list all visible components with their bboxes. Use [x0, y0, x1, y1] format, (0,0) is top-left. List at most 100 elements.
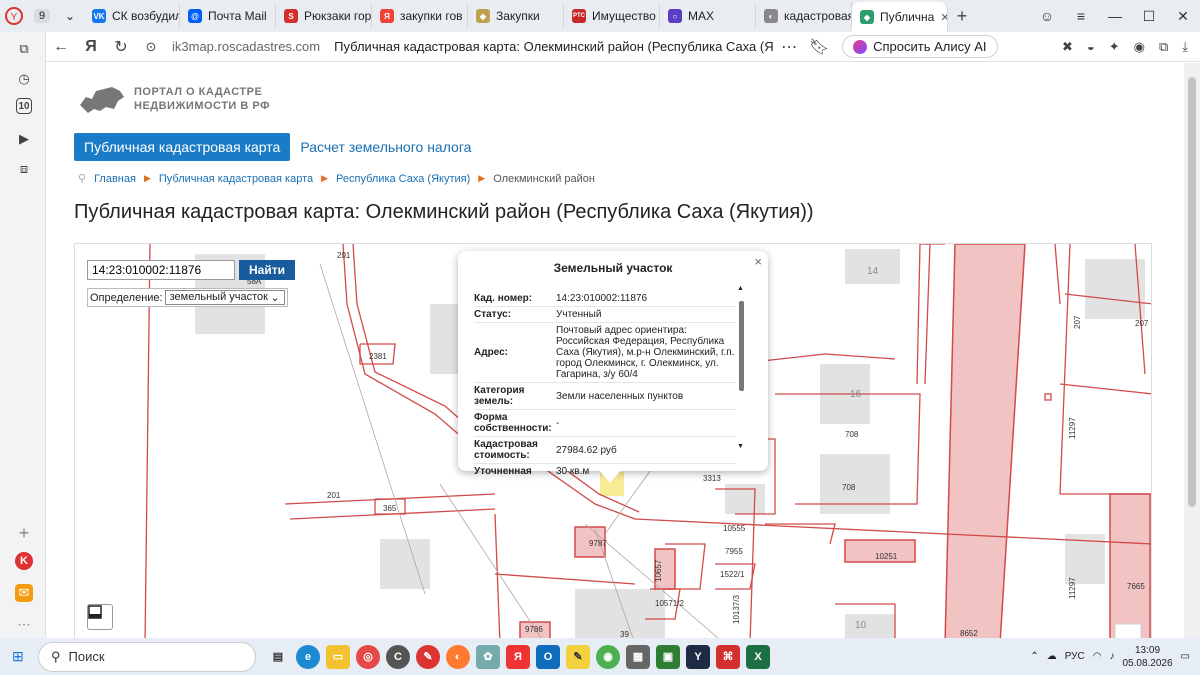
menu-item-public-map[interactable]: Публичная кадастровая карта	[74, 133, 291, 161]
info-key: Форма собственности:	[474, 409, 556, 437]
taskbar: ⊞ ⚲ Поиск ▤ e ▭ ◎ C ✎ ◐ ✿ Я O ✎ ◉ ▦ ▣ Y ⌘…	[0, 638, 1200, 675]
info-key: Адрес:	[474, 322, 556, 383]
add-panel-icon[interactable]: +	[13, 522, 35, 544]
mail-icon[interactable]: ✉	[15, 584, 33, 602]
outlook-icon[interactable]: O	[536, 644, 560, 669]
taskbar-search[interactable]: ⚲ Поиск	[38, 641, 256, 672]
back-icon[interactable]: ←	[46, 38, 76, 56]
map-parcel-label: 708	[845, 430, 859, 439]
chrome-icon[interactable]: ◉	[596, 644, 620, 669]
firefox-icon[interactable]: ◐	[446, 644, 470, 669]
close-window-icon[interactable]: ✕	[1166, 8, 1200, 25]
cadastral-map[interactable]: 201 58А 2381 201 365 9787 10657 10571/2 …	[74, 243, 1152, 638]
acrobat-icon[interactable]: ⌘	[716, 644, 740, 669]
popup-scroll-thumb[interactable]	[739, 301, 744, 391]
menu-item-land-tax[interactable]: Расчет земельного налога	[300, 133, 471, 161]
task-view-icon[interactable]: ▤	[266, 645, 290, 669]
page-scrollbar[interactable]	[1184, 63, 1200, 638]
site-info-icon[interactable]: ⊙	[136, 39, 166, 55]
collections-icon[interactable]: ⧉	[13, 38, 35, 60]
cadastral-number-input[interactable]	[87, 260, 235, 280]
layers-icon	[88, 605, 102, 619]
definition-row: Определение: земельный участок ⌄	[87, 288, 288, 307]
breadcrumb-public-map[interactable]: Публичная кадастровая карта	[159, 173, 313, 185]
ten-icon[interactable]: 10	[16, 98, 32, 114]
tab-3[interactable]: Язакупки гов	[372, 3, 468, 29]
calculator-icon[interactable]: ▦	[626, 644, 650, 669]
minimize-icon[interactable]: —	[1098, 8, 1132, 24]
reload-icon[interactable]: ↻	[106, 37, 136, 57]
extension-circle-icon[interactable]: ◉	[1134, 39, 1145, 55]
scroll-down-icon[interactable]: ▼	[737, 443, 744, 450]
windows-start-icon[interactable]: ⊞	[12, 648, 24, 665]
tab-label: Имущество	[592, 9, 656, 23]
chevron-down-icon[interactable]: ⌄	[56, 2, 84, 30]
extension-hat-icon[interactable]: ◒	[1087, 39, 1095, 55]
tab-7[interactable]: ◐ кадастровая	[756, 3, 852, 29]
volume-icon[interactable]: ♪	[1109, 651, 1114, 662]
map-parcel-label: 201	[337, 251, 351, 260]
network-icon[interactable]: ☁	[1047, 651, 1057, 662]
info-value: 27984.62 руб	[556, 436, 736, 464]
tab-5[interactable]: РТС Имущество	[564, 3, 660, 29]
map-parcel-label: 10137/3	[732, 595, 741, 624]
sidebar-more-icon[interactable]: ⋯	[13, 614, 35, 636]
page-title-in-addressbar[interactable]: Публичная кадастровая карта: Олекминский…	[334, 39, 774, 54]
page-scroll-thumb[interactable]	[1188, 77, 1196, 507]
close-icon[interactable]: ×	[754, 254, 762, 269]
kinopoisk-icon[interactable]: K	[15, 552, 33, 570]
menu-icon[interactable]: ≡	[1064, 8, 1098, 24]
map-parcel-label: 10555	[723, 524, 746, 533]
url-text[interactable]: ik3map.roscadastres.com	[172, 39, 320, 54]
tab-6[interactable]: ○ MAX	[660, 3, 756, 29]
maximize-icon[interactable]: ☐	[1132, 8, 1166, 25]
tab-4[interactable]: ◆ Закупки	[468, 3, 564, 29]
scroll-up-icon[interactable]: ▲	[737, 285, 744, 292]
excel-icon[interactable]: X	[746, 644, 770, 669]
explorer-icon[interactable]: ▭	[326, 644, 350, 669]
definition-label: Определение:	[90, 291, 163, 304]
search-button[interactable]: Найти	[239, 260, 295, 280]
app-icon[interactable]: C	[386, 644, 410, 669]
tab-8-active[interactable]: ◆ Публична ✕	[852, 2, 948, 32]
yandex-logo-icon[interactable]: Я	[76, 38, 106, 56]
play-icon[interactable]: ▶	[13, 128, 35, 150]
downloads-icon[interactable]: ⤓	[1182, 39, 1188, 55]
new-tab-button[interactable]: +	[948, 2, 976, 30]
popup-scrollbar[interactable]: ▲ ▼	[737, 285, 746, 451]
close-tab-icon[interactable]: ✕	[940, 11, 947, 24]
extension-k-icon[interactable]: ✖	[1062, 39, 1073, 55]
tab-1[interactable]: @ Почта Mail	[180, 3, 276, 29]
notifications-icon[interactable]: ▭	[1181, 651, 1190, 662]
app-icon[interactable]: ▣	[656, 644, 680, 669]
more-icon[interactable]: ⋯	[774, 37, 804, 57]
tab-count-button[interactable]: 9	[28, 2, 56, 30]
table-row: Статус: Учтенный	[474, 306, 736, 323]
extension-bird-icon[interactable]: ✦	[1109, 39, 1120, 55]
breadcrumb-home[interactable]: Главная	[94, 173, 136, 185]
edge-icon[interactable]: e	[296, 644, 320, 669]
breadcrumb-region[interactable]: Республика Саха (Якутия)	[336, 173, 470, 185]
yandex-y-icon[interactable]: Y	[686, 644, 710, 669]
app-icon[interactable]: ✿	[476, 644, 500, 669]
language-indicator[interactable]: РУС	[1065, 651, 1085, 662]
sticky-notes-icon[interactable]: ✎	[566, 644, 590, 669]
alice-button[interactable]: Спросить Алису AI	[842, 35, 998, 58]
extension-puzzle-icon[interactable]: ⧉	[1159, 39, 1168, 55]
bookmark-icon[interactable]: 🔖︎	[804, 37, 834, 57]
clock[interactable]: 13:09 05.08.2026	[1122, 644, 1172, 670]
app-icon[interactable]: ◎	[356, 644, 380, 669]
tab-2[interactable]: S Рюкзаки гор	[276, 3, 372, 29]
yandex-browser-icon[interactable]: Я	[506, 644, 530, 669]
screenshot-icon[interactable]: ⧈	[13, 158, 35, 180]
history-icon[interactable]: ◷	[13, 68, 35, 90]
wifi-icon[interactable]: ◠	[1093, 651, 1102, 662]
profile-icon[interactable]: ☺	[1030, 8, 1064, 24]
app-icon[interactable]: ✎	[416, 644, 440, 669]
site-logo[interactable]: ПОРТАЛ О КАДАСТРЕ НЕДВИЖИМОСТИ В РФ	[78, 83, 270, 115]
yandex-menu-icon[interactable]: Y	[0, 2, 28, 30]
map-layers-button[interactable]	[87, 604, 113, 630]
tray-chevron-icon[interactable]: ⌃	[1030, 651, 1038, 662]
definition-select[interactable]: земельный участок ⌄	[164, 290, 285, 305]
tab-0[interactable]: VK СК возбудил	[84, 3, 180, 29]
